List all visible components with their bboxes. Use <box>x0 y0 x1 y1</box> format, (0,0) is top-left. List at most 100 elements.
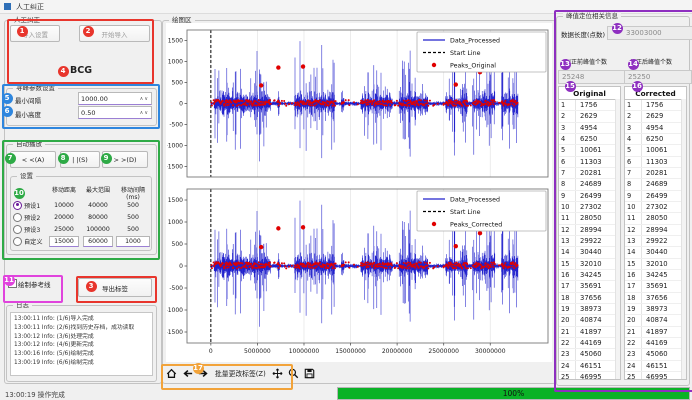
table-row[interactable]: 1938973 <box>625 304 686 315</box>
pan-icon[interactable] <box>272 367 284 379</box>
svg-text:Peaks_Corrected: Peaks_Corrected <box>450 221 502 228</box>
table-row[interactable]: 510061 <box>625 145 686 156</box>
min-height-value: 0.50 <box>81 109 95 117</box>
table-row[interactable]: 1329922 <box>625 236 686 247</box>
table-row[interactable]: 926499 <box>559 191 620 202</box>
svg-text:Data_Processed: Data_Processed <box>450 196 500 203</box>
table-row[interactable]: 2546995 <box>559 372 620 380</box>
table-row[interactable]: 1027302 <box>625 202 686 213</box>
batch-edit-labels-button[interactable]: 批量更改标签(Z) <box>213 368 268 378</box>
chart-corrected-peaks[interactable]: 150010005000-500-1000-150005000000100000… <box>167 185 551 363</box>
svg-text:-1500: -1500 <box>167 329 183 336</box>
custom-row[interactable]: 自定义15000600001000 <box>13 235 150 247</box>
step-back-button[interactable]: < <(A) <box>10 151 56 168</box>
table-scrollbar[interactable] <box>615 99 620 379</box>
table-row[interactable]: 720281 <box>559 168 620 179</box>
table-row[interactable]: 1735691 <box>559 281 620 292</box>
table-row[interactable]: 611303 <box>559 157 620 168</box>
table-row[interactable]: 926499 <box>625 191 686 202</box>
table-row[interactable]: 2345060 <box>559 349 620 360</box>
table-row[interactable]: 611303 <box>625 157 686 168</box>
radio-button[interactable] <box>13 237 22 246</box>
custom-input[interactable]: 60000 <box>83 236 113 247</box>
min-height-spinbox[interactable]: 0.50 ∧∨ <box>78 106 152 119</box>
table-row[interactable]: 1634245 <box>559 270 620 281</box>
table-row[interactable]: 11756 <box>625 100 686 111</box>
table-row[interactable]: 1430440 <box>559 247 620 258</box>
radio-button[interactable] <box>13 201 22 210</box>
min-height-label: 最小高度 <box>15 109 41 119</box>
table-scrollbar[interactable] <box>681 99 686 379</box>
table-row[interactable]: 1532010 <box>559 259 620 270</box>
table-row[interactable]: 2040874 <box>625 315 686 326</box>
signal-type-label: BCG <box>70 65 92 76</box>
svg-text:500: 500 <box>172 80 184 87</box>
table-row[interactable]: 1128050 <box>625 213 686 224</box>
table-row[interactable]: 22629 <box>625 111 686 122</box>
plot-toolbar: 批量更改标签(Z) <box>165 367 316 379</box>
table-row[interactable]: 1634245 <box>625 270 686 281</box>
table-row[interactable]: 824689 <box>559 179 620 190</box>
custom-input[interactable]: 1000 <box>116 236 150 247</box>
table-row[interactable]: 1027302 <box>559 202 620 213</box>
status-message: 13:00:19 操作完成 <box>5 389 65 399</box>
preset-row-2[interactable]: 预设22000080000500 <box>13 211 150 223</box>
zoom-icon[interactable] <box>288 367 300 379</box>
radio-button[interactable] <box>13 213 22 222</box>
table-row[interactable]: 46250 <box>625 134 686 145</box>
home-icon[interactable] <box>165 367 177 379</box>
annotation-badge-4: 4 <box>58 66 69 77</box>
table-row[interactable]: 1228994 <box>559 225 620 236</box>
min-interval-spinbox[interactable]: 1000.00 ∧∨ <box>78 92 152 105</box>
log-line: 13:00:16 Info: (5/6)绘制完成 <box>14 350 149 359</box>
table-row[interactable]: 2040874 <box>559 315 620 326</box>
svg-text:-1500: -1500 <box>167 164 183 171</box>
preset-row-1[interactable]: 预设11000040000500 <box>13 199 150 211</box>
svg-text:5000000: 5000000 <box>244 348 271 355</box>
annotation-badge-15: 15 <box>565 81 576 92</box>
log-group-title: 日志 <box>13 301 32 310</box>
draw-reference-label: 绘制参考线 <box>18 279 51 289</box>
data-length-label: 数据长度(点数) <box>561 29 605 39</box>
radio-button[interactable] <box>13 225 22 234</box>
log-line: 13:00:12 Info: (4/6)更新完成 <box>14 341 149 350</box>
table-row[interactable]: 34954 <box>559 123 620 134</box>
table-row[interactable]: 2446151 <box>559 361 620 372</box>
table-row[interactable]: 720281 <box>625 168 686 179</box>
spin-down-icon: ∨ <box>144 96 149 102</box>
table-row[interactable]: 1532010 <box>625 259 686 270</box>
back-icon[interactable] <box>181 367 193 379</box>
table-row[interactable]: 1228994 <box>625 225 686 236</box>
table-row[interactable]: 2141897 <box>625 327 686 338</box>
annotation-badge-7: 7 <box>5 153 16 164</box>
table-row[interactable]: 2141897 <box>559 327 620 338</box>
annotation-badge-13: 13 <box>560 59 571 70</box>
custom-input[interactable]: 15000 <box>49 236 79 247</box>
table-row[interactable]: 1837656 <box>559 293 620 304</box>
table-row[interactable]: 11756 <box>559 100 620 111</box>
table-row[interactable]: 824689 <box>625 179 686 190</box>
table-row[interactable]: 34954 <box>625 123 686 134</box>
table-row[interactable]: 1837656 <box>625 293 686 304</box>
log-output[interactable]: 13:00:11 Info: (1/6)导入完成13:00:11 Info: (… <box>10 312 153 376</box>
table-row[interactable]: 1735691 <box>625 281 686 292</box>
table-row[interactable]: 1128050 <box>559 213 620 224</box>
chart-original-peaks[interactable]: 150010005000-500-1000-1500Data_Processed… <box>167 25 551 183</box>
table-row[interactable]: 1938973 <box>559 304 620 315</box>
table-row[interactable]: 2244169 <box>625 338 686 349</box>
table-row[interactable]: 2446151 <box>625 361 686 372</box>
table-row[interactable]: 1329922 <box>559 236 620 247</box>
original-peaks-table[interactable]: Original 1175622629349544625051006161130… <box>558 86 621 380</box>
manual-correction-group-title: 人工纠正 <box>11 16 43 25</box>
table-row[interactable]: 2244169 <box>559 338 620 349</box>
table-row[interactable]: 2345060 <box>625 349 686 360</box>
preset-row-3[interactable]: 预设325000100000500 <box>13 223 150 235</box>
save-icon[interactable] <box>304 367 316 379</box>
table-row[interactable]: 22629 <box>559 111 620 122</box>
svg-text:500: 500 <box>172 241 184 248</box>
table-row[interactable]: 1430440 <box>625 247 686 258</box>
table-row[interactable]: 2546995 <box>625 372 686 380</box>
table-row[interactable]: 46250 <box>559 134 620 145</box>
table-row[interactable]: 510061 <box>559 145 620 156</box>
corrected-peaks-table[interactable]: Corrected 117562262934954462505100616113… <box>624 86 687 380</box>
